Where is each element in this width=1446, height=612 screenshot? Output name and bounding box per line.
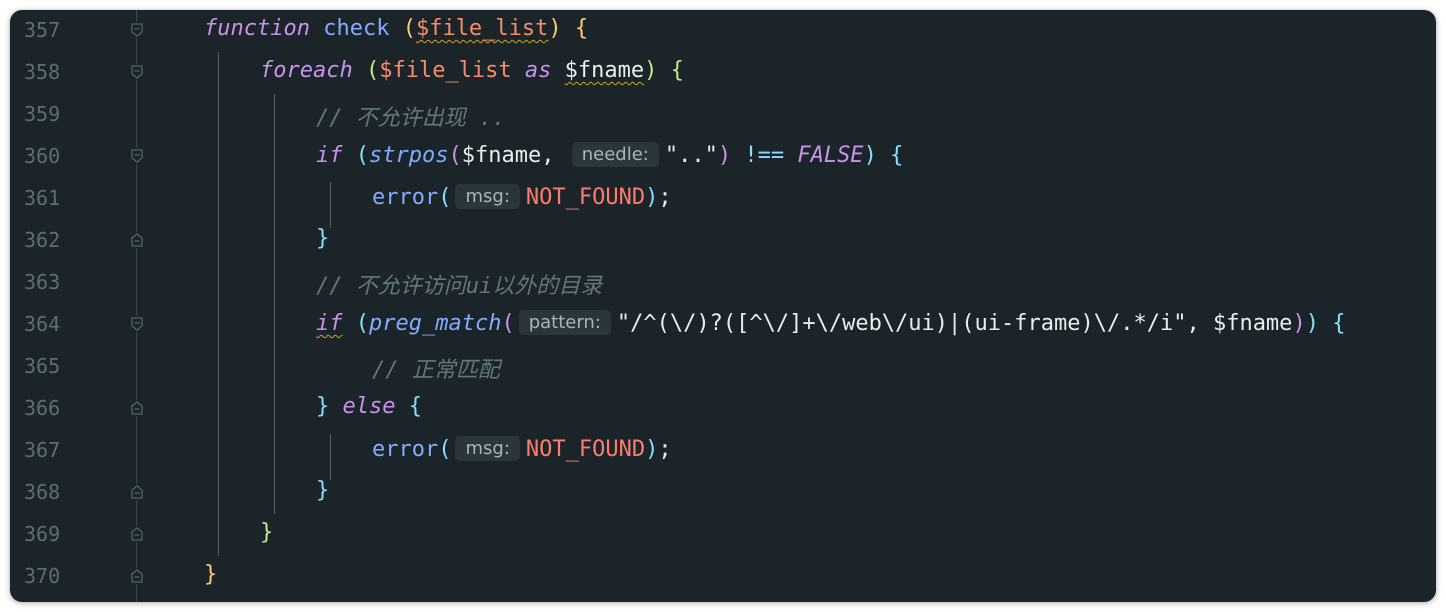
line-number: 367	[24, 438, 61, 462]
fold-open-icon[interactable]	[130, 64, 144, 80]
fold-close-icon[interactable]	[130, 232, 144, 248]
code-line[interactable]: 364 if (preg_match(pattern: "/^(\/)?([^\/…	[10, 304, 1436, 346]
fold-open-icon[interactable]	[130, 148, 144, 164]
code-comment: // 不允许出现 ..	[316, 106, 506, 131]
code-line[interactable]: 359 // 不允许出现 ..	[10, 94, 1436, 136]
fold-close-icon[interactable]	[130, 568, 144, 584]
code-line[interactable]: 366 } else {	[10, 388, 1436, 430]
code-line[interactable]: 368 }	[10, 472, 1436, 514]
fold-close-icon[interactable]	[130, 526, 144, 542]
code-text: } else {	[316, 394, 422, 419]
code-text: error(msg: NOT_FOUND);	[372, 184, 672, 210]
code-editor[interactable]: 357 function check ($file_list) { 358 fo…	[10, 10, 1436, 602]
parameter-hint: needle:	[571, 142, 659, 167]
code-comment: // 正常匹配	[372, 358, 500, 383]
line-number: 361	[24, 186, 61, 210]
code-text: function check ($file_list) {	[204, 16, 589, 41]
parameter-hint: msg:	[455, 184, 520, 209]
line-number: 369	[24, 522, 61, 546]
code-text: foreach ($file_list as $fname) {	[260, 58, 684, 83]
code-line[interactable]: 362 }	[10, 220, 1436, 262]
code-line[interactable]: 358 foreach ($file_list as $fname) {	[10, 52, 1436, 94]
code-line[interactable]: 360 if (strpos($fname, needle: "..") !== …	[10, 136, 1436, 178]
code-line[interactable]: 370 }	[10, 556, 1436, 598]
code-text: }	[316, 226, 330, 251]
line-number: 359	[24, 102, 61, 126]
line-number: 366	[24, 396, 61, 420]
code-text: }	[260, 520, 274, 545]
fold-close-icon[interactable]	[130, 400, 144, 416]
fold-open-icon[interactable]	[130, 316, 144, 332]
code-text: }	[316, 478, 330, 503]
code-text: error(msg: NOT_FOUND);	[372, 436, 672, 462]
code-line[interactable]: 357 function check ($file_list) {	[10, 10, 1436, 52]
code-line[interactable]: 361 error(msg: NOT_FOUND);	[10, 178, 1436, 220]
line-number: 365	[24, 354, 61, 378]
fold-close-icon[interactable]	[130, 484, 144, 500]
code-comment: // 不允许访问ui以外的目录	[316, 274, 603, 299]
line-number: 364	[24, 312, 61, 336]
code-text: if (strpos($fname, needle: "..") !== FALS…	[316, 142, 904, 168]
line-number: 370	[24, 564, 61, 588]
code-line[interactable]: 369 }	[10, 514, 1436, 556]
code-line[interactable]: 365 // 正常匹配	[10, 346, 1436, 388]
line-number: 358	[24, 60, 61, 84]
code-line[interactable]: 363 // 不允许访问ui以外的目录	[10, 262, 1436, 304]
line-number: 368	[24, 480, 61, 504]
line-number: 357	[24, 18, 61, 42]
code-line[interactable]: 367 error(msg: NOT_FOUND);	[10, 430, 1436, 472]
parameter-hint: msg:	[455, 436, 520, 461]
regex-literal: "/^(\/)?([^\/]+\/web\/ui)|(ui-frame)\/.*…	[616, 311, 1187, 336]
code-text: }	[204, 562, 218, 587]
fold-open-icon[interactable]	[130, 22, 144, 38]
line-number: 360	[24, 144, 61, 168]
line-number: 362	[24, 228, 61, 252]
parameter-hint: pattern:	[518, 310, 611, 335]
line-number: 363	[24, 270, 61, 294]
code-text: if (preg_match(pattern: "/^(\/)?([^\/]+\/…	[316, 310, 1346, 336]
